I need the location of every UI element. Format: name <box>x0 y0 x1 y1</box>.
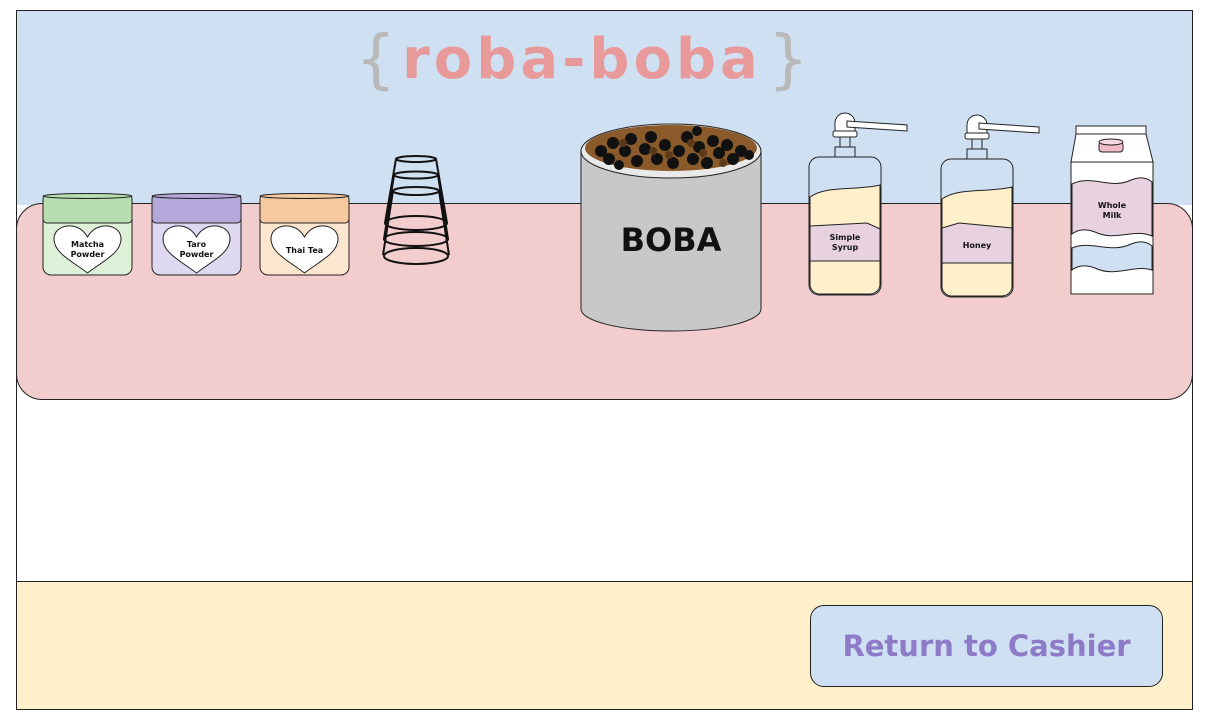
whole-milk-label-line2: Milk <box>1103 211 1122 220</box>
honey-label: Honey <box>963 241 992 250</box>
logo-brace-close: } <box>767 23 809 97</box>
simple-syrup-label-line1: Simple <box>830 233 861 242</box>
simple-syrup-dispenser[interactable]: Simple Syrup <box>807 111 911 297</box>
stacked-cups-icon <box>382 155 450 265</box>
taro-powder-jar[interactable]: Taro Powder <box>151 193 243 277</box>
matcha-label-line1: Matcha <box>71 240 104 249</box>
game-frame: { ROBA-BOBA } Matcha Powder Taro Powder <box>16 10 1193 710</box>
honey-dispenser[interactable]: Honey <box>939 113 1043 299</box>
whole-milk-label-line1: Whole <box>1098 201 1127 210</box>
cup-stack[interactable] <box>381 155 451 267</box>
return-to-cashier-button[interactable]: Return to Cashier <box>810 605 1163 687</box>
matcha-label-line2: Powder <box>71 250 105 259</box>
boba-tub[interactable]: BOBA <box>579 123 763 335</box>
matcha-powder-jar[interactable]: Matcha Powder <box>42 193 134 277</box>
taro-label-line1: Taro <box>187 240 207 249</box>
simple-syrup-label-line2: Syrup <box>832 243 859 252</box>
logo-text: ROBA-BOBA <box>402 27 762 92</box>
thai-tea-jar[interactable]: Thai Tea <box>259 193 351 277</box>
boba-label: BOBA <box>621 221 722 259</box>
taro-label-line2: Powder <box>180 250 214 259</box>
logo-brace-open: { <box>355 23 397 97</box>
whole-milk-carton[interactable]: Whole Milk <box>1070 124 1155 296</box>
game-logo: { ROBA-BOBA } <box>287 25 877 95</box>
thai-tea-label: Thai Tea <box>286 246 323 255</box>
